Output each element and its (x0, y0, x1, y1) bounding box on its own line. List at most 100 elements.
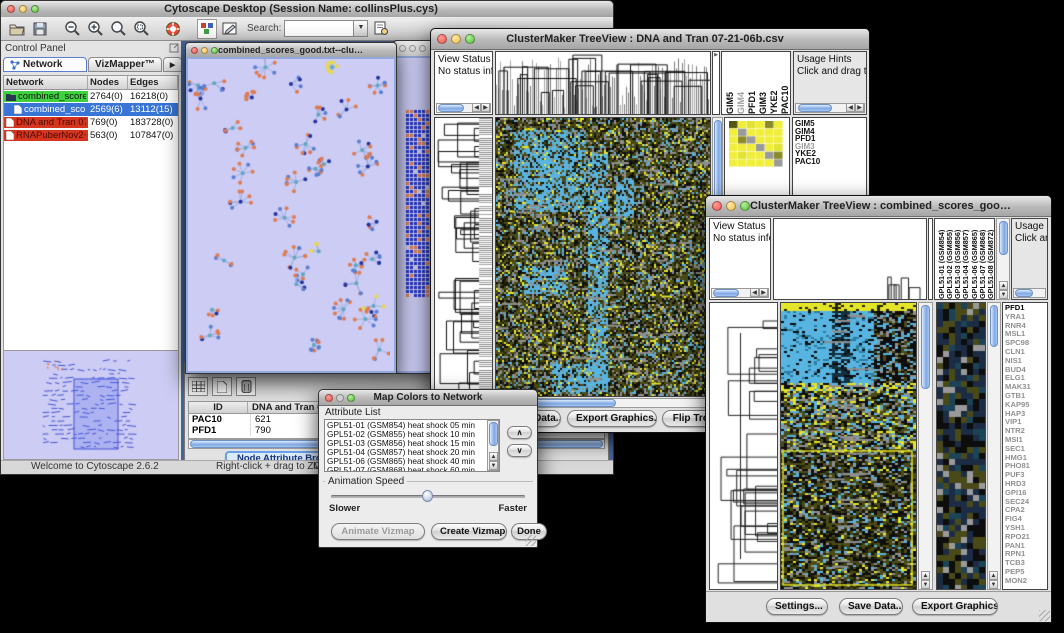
column-label: GPL51-04 (GSM857) (961, 219, 969, 299)
move-up-button[interactable]: ∧ (507, 426, 532, 439)
tv2-heatmap[interactable] (781, 303, 916, 589)
tv1-similarity-matrix[interactable] (729, 121, 783, 167)
animate-vizmap-button[interactable]: Animate Vizmap (331, 523, 425, 540)
create-vizmap-button[interactable]: Create Vizmap (431, 523, 507, 540)
tv2-labels-vscrollbar[interactable]: ▲▼ (996, 218, 1010, 300)
network-table-header[interactable]: Network Nodes Edges (4, 76, 178, 90)
zoom-button[interactable] (31, 5, 39, 13)
save-icon[interactable] (30, 19, 50, 39)
zoom-button[interactable] (740, 201, 750, 211)
main-window-title: Cytoscape Desktop (Session Name: collins… (39, 3, 563, 15)
zoom-fit-icon[interactable] (131, 19, 151, 39)
slider-thumb[interactable] (422, 490, 433, 502)
close-button[interactable] (399, 45, 406, 52)
gene-label[interactable]: MON2 (1003, 577, 1047, 586)
column-label: PFD1 (747, 52, 757, 114)
table-row[interactable]: DNA and Tran 07 769(0) 183728(0) (4, 116, 178, 129)
faster-label: Faster (498, 503, 527, 514)
minimize-button[interactable] (451, 34, 461, 44)
tv2-zoom-vscrollbar[interactable]: ▲▼ (987, 302, 1001, 590)
annotation-icon[interactable] (220, 19, 240, 39)
tv2-usage-hints-panel: Usage Hints Click and drag (1011, 218, 1048, 300)
attribute-list-scrollbar[interactable]: ▲▼ (487, 420, 499, 471)
tv1-column-strip[interactable]: ▶ (712, 51, 720, 115)
zoom-out-icon[interactable] (62, 19, 82, 39)
help-ring-icon[interactable] (163, 19, 183, 39)
tv1-heatmap[interactable] (496, 118, 710, 396)
column-label: GPL51-06 (GSM865) (970, 219, 978, 299)
table-row[interactable]: combined_scores_ 2764(0) 16218(0) (4, 90, 178, 103)
tv1-status-scrollbar[interactable]: ◀▶ (436, 103, 491, 113)
tv2-zoom-heatmap[interactable] (937, 303, 985, 589)
tv2-column-labels: GPL51-01 (GSM854)GPL51-02 (GSM855)GPL51-… (934, 218, 995, 300)
select-attributes-icon[interactable] (188, 377, 208, 396)
close-button[interactable] (7, 5, 15, 13)
treeview1-title: ClusterMaker TreeView : DNA and Tran 07-… (475, 33, 815, 45)
network-doc-icon (6, 131, 14, 140)
minimize-button[interactable] (201, 47, 208, 54)
tv2-heatmap-vscrollbar[interactable]: ▲▼ (918, 302, 933, 590)
network-window-title: combined_scores_good.txt--cluste... (218, 45, 366, 55)
attribute-listbox[interactable]: GPL51-01 (GSM854) heat shock 05 minGPL51… (324, 419, 500, 472)
tv2-hints-scrollbar[interactable] (1013, 288, 1046, 298)
gene-label[interactable]: PAC10 (793, 158, 866, 166)
search-dropdown-arrow[interactable]: ▼ (353, 21, 367, 36)
attribute-list-label: Attribute List (325, 407, 381, 418)
tv2-column-dendrogram[interactable] (774, 219, 926, 299)
id-column-header[interactable]: ID (189, 402, 248, 413)
close-button[interactable] (191, 47, 198, 54)
network-view-canvas[interactable] (188, 59, 390, 369)
tab-vizmapper[interactable]: VizMapper™ (88, 57, 162, 72)
view-status-text: No status info (710, 233, 770, 245)
tv1-hints-scrollbar[interactable]: ◀▶ (795, 103, 865, 113)
network-doc-icon (14, 105, 22, 114)
new-attribute-icon[interactable] (212, 377, 232, 396)
tv2-save-data-button[interactable]: Save Data... (839, 598, 903, 615)
window-controls[interactable] (1, 5, 39, 13)
resize-grip[interactable] (1039, 610, 1050, 621)
zoom-button[interactable] (211, 47, 218, 54)
main-titlebar[interactable]: Cytoscape Desktop (Session Name: collins… (1, 1, 613, 18)
animation-speed-slider[interactable] (331, 495, 525, 498)
open-icon[interactable] (7, 19, 27, 39)
tv1-column-dendrogram[interactable] (496, 52, 710, 114)
zoom-button[interactable] (347, 394, 355, 402)
tv2-export-graphics-button[interactable]: Export Graphics... (912, 598, 998, 615)
attribute-browser-icon[interactable] (371, 19, 391, 39)
close-button[interactable] (437, 34, 447, 44)
zoom-selected-icon[interactable] (108, 19, 128, 39)
attribute-item[interactable]: GPL51-07 (GSM868) heat shock 60 min (327, 466, 499, 472)
delete-attribute-icon[interactable] (236, 377, 256, 396)
tv2-gene-panel: PFD1YRA1RNR4MSL1SPC98CLN1NIS1BUD4ELG1MAK… (1002, 302, 1048, 590)
minimize-button[interactable] (336, 394, 344, 402)
tv2-status-scrollbar[interactable]: ◀▶ (711, 288, 769, 298)
table-row-selected[interactable]: combined_sco 2569(6) 13112(15) (4, 103, 178, 116)
treeview2-title: ClusterMaker TreeView : combined_scores_… (750, 200, 1011, 212)
minimize-button[interactable] (19, 5, 27, 13)
resize-grip[interactable] (525, 535, 536, 546)
control-panel-title: Control Panel (1, 43, 167, 54)
tv1-export-graphics-button[interactable]: Export Graphics... (567, 410, 657, 427)
network-overview-canvas[interactable] (4, 351, 178, 457)
zoom-in-icon[interactable] (85, 19, 105, 39)
close-button[interactable] (712, 201, 722, 211)
column-label: GIM3 (758, 52, 768, 114)
zoom-button[interactable] (465, 34, 475, 44)
tab-network[interactable]: Network (3, 57, 87, 72)
tv2-settings-button[interactable]: Settings... (766, 598, 828, 615)
tv1-row-dendrogram[interactable] (435, 118, 492, 396)
network-overview-panel[interactable] (3, 350, 179, 460)
tv2-row-dendrogram[interactable] (710, 303, 777, 589)
tv2-column-strip[interactable] (928, 218, 933, 300)
vizmapper-icon[interactable] (197, 19, 217, 39)
table-row[interactable]: RNAPuberNov2+| 563(0) 107847(0) (4, 129, 178, 142)
zoom-button[interactable] (419, 45, 426, 52)
search-input[interactable]: ▼ (284, 20, 368, 37)
move-down-button[interactable]: ∨ (507, 444, 532, 457)
close-button[interactable] (325, 394, 333, 402)
usage-hints-text: Click and drag to (794, 66, 866, 78)
minimize-button[interactable] (726, 201, 736, 211)
tab-overflow[interactable]: ▶ (163, 57, 182, 72)
float-panel-icon[interactable] (167, 42, 181, 54)
minimize-button[interactable] (409, 45, 416, 52)
